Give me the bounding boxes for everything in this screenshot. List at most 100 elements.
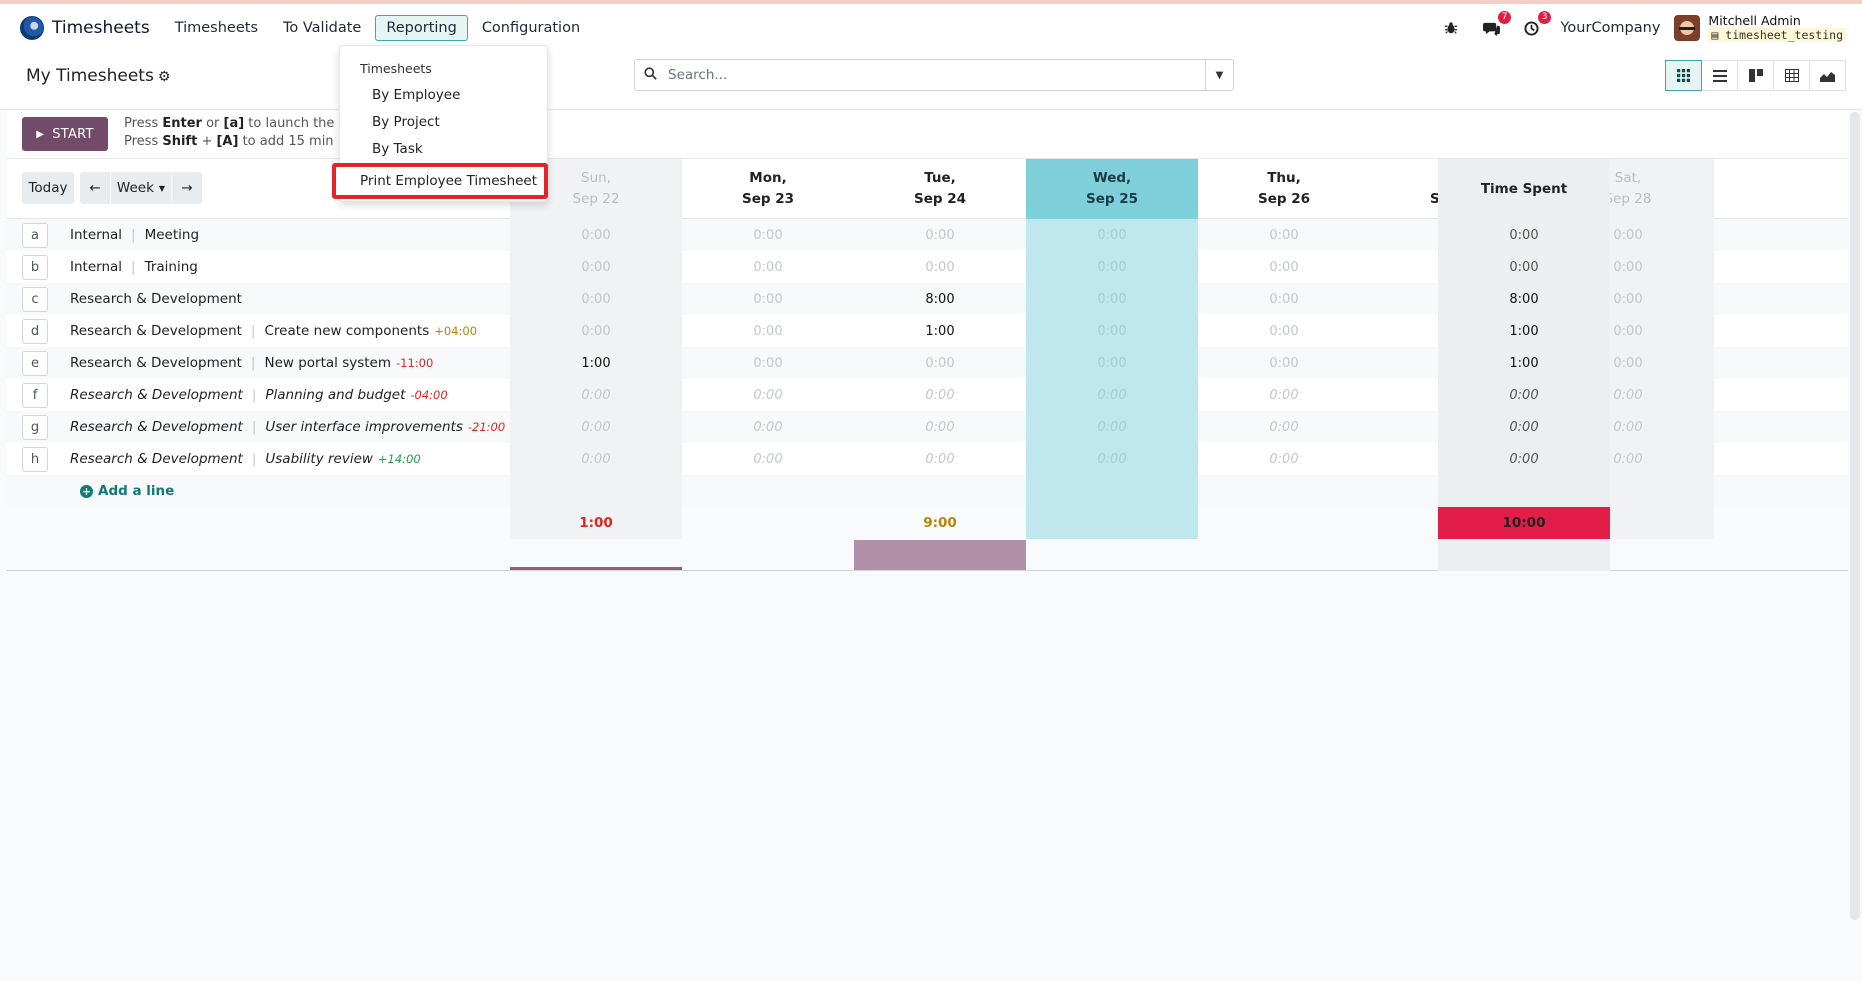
hours-cell[interactable]: 0:00 (682, 283, 854, 315)
hours-cell[interactable]: 0:00 (510, 443, 682, 475)
project-name: Research & Development (70, 323, 242, 339)
row-label[interactable]: Research & Development | New portal system… (70, 347, 433, 379)
dropdown-item-by-employee[interactable]: By Employee (372, 87, 460, 103)
hours-cell[interactable]: 8:00 (854, 283, 1026, 315)
empty-cell (1198, 475, 1370, 507)
bug-icon[interactable] (1440, 17, 1462, 39)
remaining-hours: -11:00 (396, 356, 434, 370)
row-label[interactable]: Research & Development | Planning and budg… (70, 379, 448, 411)
hours-cell[interactable]: 0:00 (510, 283, 682, 315)
hours-cell[interactable]: 0:00 (1198, 315, 1370, 347)
previous-week-button[interactable]: ← (80, 172, 110, 204)
row-label[interactable]: Research & Development | Create new compon… (70, 315, 477, 347)
graph-view-button[interactable] (1809, 60, 1846, 91)
add-line-row: + Add a line (6, 475, 1848, 507)
row-label[interactable]: Research & Development (70, 283, 242, 315)
start-timer-button[interactable]: ▶ START (22, 117, 108, 151)
menu-reporting[interactable]: Reporting (375, 15, 468, 41)
hours-cell[interactable]: 0:00 (510, 219, 682, 251)
hours-cell[interactable]: 1:00 (510, 347, 682, 379)
gear-icon[interactable]: ⚙ (158, 69, 171, 85)
dropdown-item-print-employee-timesheet[interactable]: Print Employee Timesheet (332, 163, 548, 199)
kanban-view-button[interactable] (1737, 60, 1774, 91)
total-column-filler (1438, 539, 1610, 571)
hours-cell[interactable]: 0:00 (1198, 219, 1370, 251)
row-label[interactable]: Internal | Meeting (70, 219, 199, 251)
hours-cell[interactable]: 0:00 (854, 219, 1026, 251)
company-switcher[interactable]: YourCompany (1560, 20, 1660, 36)
hours-cell[interactable]: 0:00 (1198, 411, 1370, 443)
search-options-toggle[interactable]: ▼ (1205, 60, 1233, 90)
hours-cell[interactable]: 0:00 (510, 379, 682, 411)
add-line-button[interactable]: + Add a line (80, 475, 174, 507)
menu-to-validate[interactable]: To Validate (272, 15, 372, 41)
hours-cell[interactable]: 0:00 (1026, 283, 1198, 315)
user-menu[interactable]: Mitchell Admin ▤ timesheet_testing (1708, 14, 1846, 42)
start-label: START (52, 126, 94, 142)
hours-cell[interactable]: 0:00 (1026, 411, 1198, 443)
hours-cell[interactable]: 0:00 (1026, 251, 1198, 283)
caret-down-icon: ▼ (158, 183, 166, 193)
control-panel: My Timesheets⚙ ▼ (0, 52, 1862, 110)
hours-cell[interactable]: 0:00 (854, 379, 1026, 411)
hours-bar-row (6, 539, 1848, 571)
hours-cell[interactable]: 0:00 (1026, 379, 1198, 411)
hours-cell[interactable]: 0:00 (854, 347, 1026, 379)
hours-cell[interactable]: 0:00 (1026, 219, 1198, 251)
hours-cell[interactable]: 0:00 (510, 315, 682, 347)
hours-cell[interactable]: 1:00 (854, 315, 1026, 347)
menu-configuration[interactable]: Configuration (471, 15, 591, 41)
dropdown-item-by-task[interactable]: By Task (372, 141, 423, 157)
menu-timesheets[interactable]: Timesheets (164, 15, 269, 41)
project-name: Research & Development (70, 355, 242, 371)
hours-cell[interactable]: 0:00 (1198, 347, 1370, 379)
hours-cell[interactable]: 0:00 (1026, 315, 1198, 347)
period-navigation: Today ← Week ▼ → (22, 172, 202, 204)
timer-bar: ▶ START Press Enter or [a] to launch the … (6, 111, 1848, 159)
search-input[interactable] (668, 67, 1168, 83)
hours-cell[interactable]: 0:00 (854, 251, 1026, 283)
hours-cell[interactable]: 0:00 (682, 347, 854, 379)
hours-cell[interactable]: 0:00 (682, 315, 854, 347)
dropdown-item-by-project[interactable]: By Project (372, 114, 440, 130)
user-avatar[interactable] (1674, 15, 1701, 41)
project-name: Research & Development (70, 387, 243, 403)
row-shortcut-key: d (22, 319, 48, 344)
list-view-button[interactable] (1701, 60, 1738, 91)
hours-cell[interactable]: 0:00 (510, 251, 682, 283)
day-date: Sep 24 (913, 191, 967, 207)
hours-cell[interactable]: 0:00 (682, 411, 854, 443)
hours-cell[interactable]: 0:00 (1198, 283, 1370, 315)
pivot-view-button[interactable] (1773, 60, 1810, 91)
next-week-button[interactable]: → (172, 172, 202, 204)
caret-down-icon: ▼ (1215, 69, 1224, 81)
hours-cell[interactable]: 0:00 (682, 219, 854, 251)
today-button[interactable]: Today (22, 172, 74, 204)
hours-cell[interactable]: 0:00 (682, 443, 854, 475)
chat-icon[interactable]: 7 (1480, 11, 1512, 39)
row-label[interactable]: Research & Development | Usability review +… (70, 443, 421, 475)
hours-cell[interactable]: 0:00 (1198, 443, 1370, 475)
hours-cell[interactable]: 0:00 (1198, 251, 1370, 283)
range-select[interactable]: Week ▼ (111, 172, 171, 204)
row-shortcut-key: b (22, 255, 48, 280)
row-total-cell: 0:00 (1438, 443, 1610, 475)
hours-cell[interactable]: 0:00 (854, 411, 1026, 443)
hours-cell[interactable]: 0:00 (1026, 443, 1198, 475)
row-label[interactable]: Internal | Training (70, 251, 198, 283)
day-total-cell (682, 507, 854, 539)
app-brand[interactable]: Timesheets (20, 16, 150, 40)
hours-cell[interactable]: 0:00 (1026, 347, 1198, 379)
hours-cell[interactable]: 0:00 (682, 251, 854, 283)
hours-cell[interactable]: 0:00 (1198, 379, 1370, 411)
hours-cell[interactable]: 0:00 (854, 443, 1026, 475)
activity-clock-icon[interactable]: 3 (1520, 11, 1552, 39)
table-row: f Research & Development | Planning and bud… (6, 379, 1848, 411)
range-label: Week (116, 180, 154, 196)
page-scrollbar[interactable] (1850, 112, 1860, 920)
grid-view-button[interactable] (1665, 60, 1702, 91)
hours-cell[interactable]: 0:00 (682, 379, 854, 411)
hours-cell[interactable]: 0:00 (510, 411, 682, 443)
row-label[interactable]: Research & Development | User interface im… (70, 411, 505, 443)
day-name: Sat, (1614, 170, 1642, 186)
